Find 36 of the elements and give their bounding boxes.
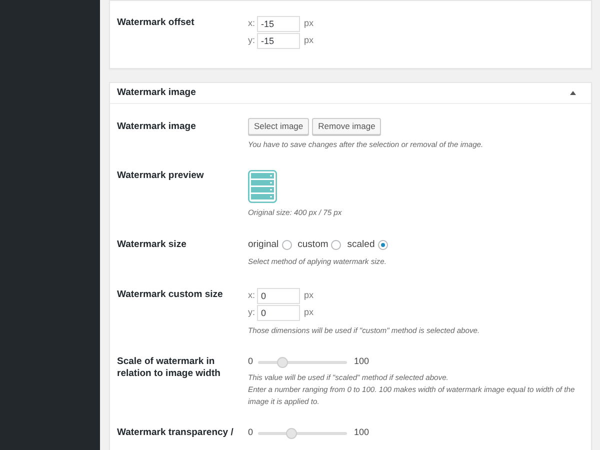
radio-button[interactable] bbox=[282, 240, 292, 250]
slider-thumb[interactable] bbox=[286, 428, 297, 438]
radio-button[interactable] bbox=[378, 240, 388, 250]
section-title: Watermark image bbox=[117, 86, 196, 100]
radio-label: original bbox=[248, 238, 279, 252]
slider-min-label: 0 bbox=[248, 426, 254, 440]
field-label: Scale of watermark in relation to image width bbox=[117, 356, 222, 381]
axis-label: y: bbox=[248, 34, 256, 47]
server-icon bbox=[248, 170, 277, 203]
number-field[interactable]: -15 bbox=[257, 16, 300, 32]
field-label: Watermark image bbox=[117, 120, 197, 134]
unit-label: px bbox=[304, 288, 314, 302]
field-label: Watermark transparency / bbox=[117, 427, 234, 439]
field-label: Watermark custom size bbox=[117, 288, 224, 302]
field-label: Watermark offset bbox=[117, 16, 196, 30]
unit-label: px bbox=[304, 34, 314, 47]
field-label: Watermark size bbox=[117, 238, 188, 252]
image-button[interactable]: Remove image bbox=[312, 118, 382, 135]
number-field[interactable]: 0 bbox=[257, 304, 300, 320]
collapse-icon[interactable] bbox=[570, 91, 576, 95]
unit-label: px bbox=[304, 16, 314, 30]
slider-min-label: 0 bbox=[248, 355, 254, 368]
number-field[interactable]: 0 bbox=[257, 288, 300, 304]
slider-max-label: 100 bbox=[354, 426, 370, 440]
unit-label: px bbox=[304, 306, 314, 319]
field-label: Watermark preview bbox=[117, 170, 205, 183]
slider-max-label: 100 bbox=[354, 355, 370, 368]
axis-label: y: bbox=[248, 306, 256, 319]
radio-button[interactable] bbox=[331, 240, 342, 250]
radio-label: scaled bbox=[347, 238, 375, 252]
axis-label: x: bbox=[248, 288, 256, 302]
axis-label: x: bbox=[248, 16, 256, 30]
radio-label: custom bbox=[298, 238, 328, 252]
image-button[interactable]: Select image bbox=[248, 118, 310, 135]
slider-thumb[interactable] bbox=[277, 356, 288, 368]
number-field[interactable]: -15 bbox=[257, 32, 300, 48]
